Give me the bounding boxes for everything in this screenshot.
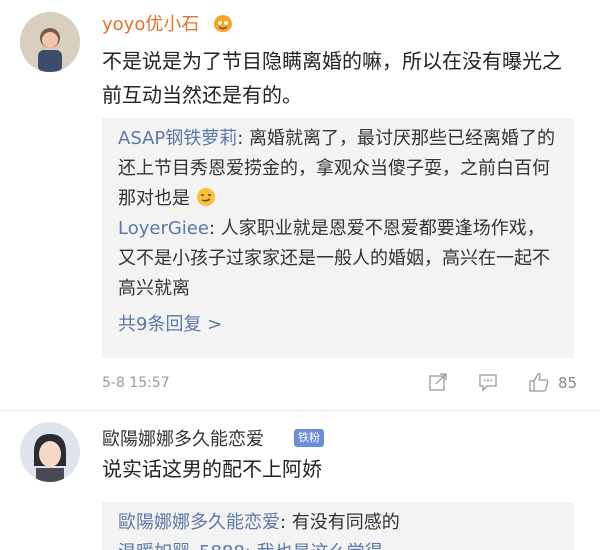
reply-box: ASAP钢铁萝莉: 离婚就离了，最讨厌那些已经离婚了的还上节目秀恩爱捞金的，拿观… bbox=[102, 118, 574, 358]
reply-item: ASAP钢铁萝莉: 离婚就离了，最讨厌那些已经离婚了的还上节目秀恩爱捞金的，拿观… bbox=[118, 128, 556, 209]
reply-item-partial: 温暖如罂_5888: 我也是这么觉得 bbox=[118, 538, 558, 550]
like-count: 85 bbox=[558, 374, 578, 392]
reply-item: 歐陽娜娜多久能恋爱: 有没有同感的 bbox=[118, 512, 400, 533]
avatar[interactable] bbox=[20, 12, 80, 72]
username[interactable]: yoyo优小石 bbox=[102, 10, 199, 36]
comment-text: 说实话这男的配不上阿娇 bbox=[102, 457, 322, 481]
reply-item: LoyerGiee: 人家职业就是恩爱不恩爱都要逢场作戏，又不是小孩子过家家还是… bbox=[118, 218, 550, 299]
username[interactable]: 歐陽娜娜多久能恋爱 bbox=[102, 425, 264, 451]
reply-username[interactable]: LoyerGiee bbox=[118, 218, 209, 239]
more-replies-link[interactable]: 共9条回复 > bbox=[118, 310, 558, 336]
emoji-smirk-icon bbox=[196, 187, 216, 207]
comment-text: 不是说是为了节目隐瞒离婚的嘛，所以在没有曝光之前互动当然还是有的。 bbox=[102, 49, 562, 107]
fan-badge: 铁粉 bbox=[294, 429, 324, 447]
timestamp: 5-8 15:57 bbox=[102, 375, 170, 391]
comment-item: 歐陽娜娜多久能恋爱 铁粉 说实话这男的配不上阿娇 歐陽娜娜多久能恋爱: 有没有同… bbox=[0, 410, 600, 550]
comment-item: yoyo优小石 不是说是为了节目隐瞒离婚的嘛，所以在没有曝光之前互动当然还是有的… bbox=[0, 0, 600, 410]
reply-text: 有没有同感的 bbox=[291, 512, 400, 533]
avatar[interactable] bbox=[20, 422, 80, 482]
reply-box: 歐陽娜娜多久能恋爱: 有没有同感的 温暖如罂_5888: 我也是这么觉得 bbox=[102, 502, 574, 550]
reply-username[interactable]: ASAP钢铁萝莉 bbox=[118, 128, 237, 149]
comment-icon[interactable] bbox=[478, 372, 498, 392]
fan-badge-icon bbox=[212, 12, 234, 34]
share-icon[interactable] bbox=[428, 372, 448, 392]
reply-username[interactable]: 歐陽娜娜多久能恋爱 bbox=[118, 512, 280, 533]
like-icon[interactable] bbox=[528, 371, 550, 393]
